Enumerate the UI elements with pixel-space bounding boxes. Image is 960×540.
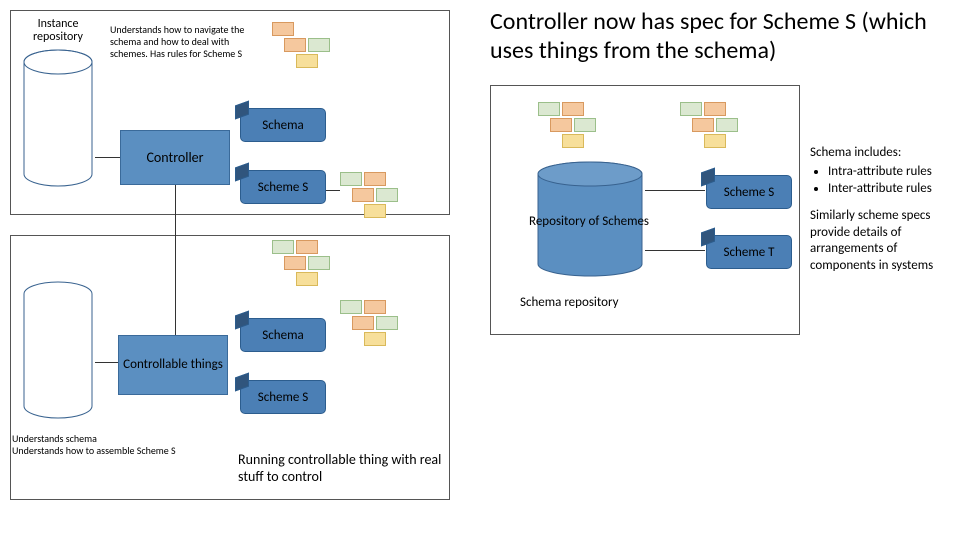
page-title: Controller now has spec for Scheme S (wh…: [490, 8, 960, 66]
schema-includes-item: Intra-attribute rules: [828, 164, 955, 181]
connector-line: [175, 185, 176, 335]
schema-repository-label: Schema repository: [520, 295, 618, 310]
repository-of-schemes-label: Repository of Schemes: [524, 215, 654, 229]
scheme-s-tablet-top: Scheme S: [240, 170, 326, 204]
connector-line: [326, 190, 340, 191]
connector-line: [95, 362, 118, 363]
tablet-label: Schema: [262, 118, 303, 133]
block-cluster-top-bottom-panel: [272, 240, 362, 280]
schema-tablet-top: Schema: [240, 108, 326, 142]
controller-description: Understands how to navigate the schema a…: [110, 24, 260, 60]
connector-line: [645, 190, 705, 191]
connector-line: [95, 157, 120, 158]
understands-footnote: Understands schema Understands how to as…: [12, 433, 232, 457]
side-notes: Schema includes: Intra-attribute rules I…: [810, 145, 955, 275]
instance-repository-label: Instance repository: [24, 18, 92, 44]
cylinder-instance-repo: [22, 48, 94, 188]
scheme-s-tablet-bottom: Scheme S: [240, 380, 326, 414]
scheme-t-tablet-right: Scheme T: [706, 235, 792, 269]
scheme-s-tablet-right: Scheme S: [706, 175, 792, 209]
schema-tablet-bottom: Schema: [240, 318, 326, 352]
block-cluster-right-2: [680, 102, 770, 142]
block-cluster-top: [272, 22, 362, 62]
tablet-label: Schema: [262, 328, 303, 343]
running-controllable-label: Running controllable thing with real stu…: [238, 452, 458, 486]
block-cluster-right-1: [538, 102, 628, 142]
tablet-label: Scheme S: [258, 180, 309, 195]
schema-includes-heading: Schema includes:: [810, 145, 955, 162]
cylinder-bottom: [22, 280, 94, 420]
block-cluster-mid-top: [340, 172, 430, 212]
tablet-label: Scheme T: [724, 245, 775, 260]
similarly-note: Similarly scheme specs provide details o…: [810, 208, 955, 276]
connector-line: [645, 250, 705, 251]
controller-box: Controller: [120, 130, 230, 185]
tablet-label: Scheme S: [724, 185, 775, 200]
controllable-things-box: Controllable things: [118, 335, 228, 395]
tablet-label: Scheme S: [258, 390, 309, 405]
block-cluster-mid-bottom-panel: [340, 300, 430, 340]
schema-includes-item: Inter-attribute rules: [828, 181, 955, 198]
